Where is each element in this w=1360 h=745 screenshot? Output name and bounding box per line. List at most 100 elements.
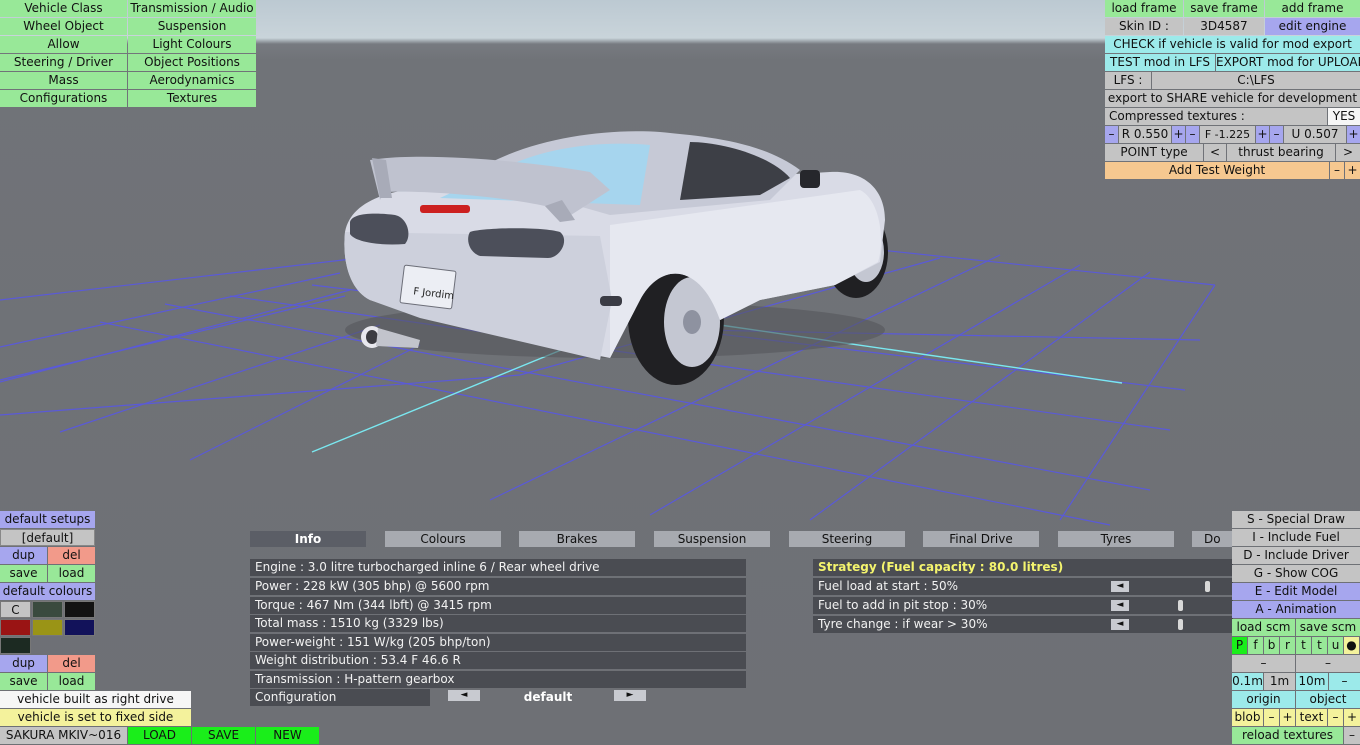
show-cog-button[interactable]: G - Show COG xyxy=(1232,565,1360,582)
colour-swatch[interactable] xyxy=(64,601,95,618)
menu-object-positions-button[interactable]: Object Positions xyxy=(128,54,256,71)
strategy-decrease-button[interactable]: ◄ xyxy=(1111,581,1129,592)
save-scm-button[interactable]: save scm xyxy=(1296,619,1360,636)
strategy-slider[interactable]: ◄ xyxy=(1109,616,1233,633)
r-plus-button[interactable]: + xyxy=(1172,126,1185,143)
check-valid-button[interactable]: CHECK if vehicle is valid for mod export xyxy=(1105,36,1360,53)
colour-del-button[interactable]: del xyxy=(48,655,95,672)
point-type-prev-button[interactable]: < xyxy=(1204,144,1226,161)
tab-brakes[interactable]: Brakes xyxy=(519,531,635,547)
f-plus-button[interactable]: + xyxy=(1256,126,1269,143)
save-frame-button[interactable]: save frame xyxy=(1184,0,1264,17)
strategy-slider[interactable]: ◄ xyxy=(1109,578,1233,595)
colour-load-button[interactable]: load xyxy=(48,673,95,690)
test-weight-minus-button[interactable]: – xyxy=(1330,162,1344,179)
blob-plus-button[interactable]: + xyxy=(1280,709,1295,726)
setup-save-button[interactable]: save xyxy=(0,565,47,582)
edit-model-button[interactable]: E - Edit Model xyxy=(1232,583,1360,600)
menu-light-colours-button[interactable]: Light Colours xyxy=(128,36,256,53)
step-1m-button[interactable]: 1m xyxy=(1264,673,1295,690)
load-vehicle-button[interactable]: LOAD xyxy=(128,727,191,744)
special-draw-button[interactable]: S - Special Draw xyxy=(1232,511,1360,528)
menu-steering-driver-button[interactable]: Steering / Driver xyxy=(0,54,127,71)
u-minus-button[interactable]: – xyxy=(1270,126,1283,143)
menu-textures-button[interactable]: Textures xyxy=(128,90,256,107)
setup-load-button[interactable]: load xyxy=(48,565,95,582)
dash-button[interactable]: – xyxy=(1232,655,1295,672)
display-toggle-4[interactable]: t xyxy=(1296,637,1311,654)
dash-button[interactable]: – xyxy=(1296,655,1360,672)
menu-configurations-button[interactable]: Configurations xyxy=(0,90,127,107)
reload-minus-button[interactable]: – xyxy=(1344,727,1360,744)
colour-swatch[interactable] xyxy=(32,601,63,618)
r-minus-button[interactable]: – xyxy=(1105,126,1118,143)
tab-more[interactable]: Do xyxy=(1192,531,1232,547)
configuration-prev-button[interactable]: ◄ xyxy=(448,690,480,701)
include-driver-button[interactable]: D - Include Driver xyxy=(1232,547,1360,564)
menu-aerodynamics-button[interactable]: Aerodynamics xyxy=(128,72,256,89)
strategy-decrease-button[interactable]: ◄ xyxy=(1111,619,1129,630)
tab-steering[interactable]: Steering xyxy=(789,531,905,547)
right-drive-toggle[interactable]: vehicle built as right drive xyxy=(0,691,191,708)
lfs-path-field[interactable]: C:\LFS xyxy=(1152,72,1360,89)
menu-wheel-object-button[interactable]: Wheel Object xyxy=(0,18,127,35)
menu-transmission-audio-button[interactable]: Transmission / Audio xyxy=(128,0,256,17)
tab-final-drive[interactable]: Final Drive xyxy=(923,531,1039,547)
default-colours-label[interactable]: default colours xyxy=(0,583,95,600)
strategy-slider-knob[interactable] xyxy=(1177,600,1183,611)
tab-colours[interactable]: Colours xyxy=(385,531,501,547)
load-scm-button[interactable]: load scm xyxy=(1232,619,1295,636)
strategy-slider[interactable]: ◄ xyxy=(1109,597,1233,614)
compressed-textures-toggle[interactable]: YES xyxy=(1328,108,1360,125)
origin-button[interactable]: origin xyxy=(1232,691,1295,708)
reload-textures-button[interactable]: reload textures xyxy=(1232,727,1343,744)
setup-dup-button[interactable]: dup xyxy=(0,547,47,564)
display-toggle-1[interactable]: f xyxy=(1248,637,1263,654)
u-plus-button[interactable]: + xyxy=(1347,126,1360,143)
colour-swatch[interactable] xyxy=(32,619,63,636)
text-button[interactable]: text xyxy=(1296,709,1327,726)
strategy-slider-knob[interactable] xyxy=(1177,619,1183,630)
tab-tyres[interactable]: Tyres xyxy=(1058,531,1174,547)
colour-swatch[interactable] xyxy=(64,619,95,636)
setup-del-button[interactable]: del xyxy=(48,547,95,564)
colour-c-button[interactable]: C xyxy=(0,601,31,618)
default-setups-label[interactable]: default setups xyxy=(0,511,95,528)
display-toggle-7[interactable]: ● xyxy=(1344,637,1359,654)
text-minus-button[interactable]: – xyxy=(1328,709,1343,726)
menu-suspension-button[interactable]: Suspension xyxy=(128,18,256,35)
display-toggle-6[interactable]: u xyxy=(1328,637,1343,654)
display-toggle-0[interactable]: P xyxy=(1232,637,1247,654)
add-frame-button[interactable]: add frame xyxy=(1265,0,1360,17)
colour-swatch[interactable] xyxy=(0,637,31,654)
colour-save-button[interactable]: save xyxy=(0,673,47,690)
test-weight-plus-button[interactable]: + xyxy=(1345,162,1360,179)
new-vehicle-button[interactable]: NEW xyxy=(256,727,319,744)
add-test-weight-button[interactable]: Add Test Weight xyxy=(1105,162,1329,179)
menu-allow-button[interactable]: Allow xyxy=(0,36,127,53)
display-toggle-5[interactable]: t xyxy=(1312,637,1327,654)
colour-swatch[interactable] xyxy=(0,619,31,636)
step-10m-button[interactable]: 10m xyxy=(1296,673,1328,690)
display-toggle-3[interactable]: r xyxy=(1280,637,1295,654)
export-mod-button[interactable]: EXPORT mod for UPLOAD xyxy=(1216,54,1360,71)
include-fuel-button[interactable]: I - Include Fuel xyxy=(1232,529,1360,546)
load-frame-button[interactable]: load frame xyxy=(1105,0,1183,17)
object-button[interactable]: object xyxy=(1296,691,1360,708)
step-01m-button[interactable]: 0.1m xyxy=(1232,673,1263,690)
menu-vehicle-class-button[interactable]: Vehicle Class xyxy=(0,0,127,17)
configuration-next-button[interactable]: ► xyxy=(614,690,646,701)
test-mod-button[interactable]: TEST mod in LFS xyxy=(1105,54,1215,71)
save-vehicle-button[interactable]: SAVE xyxy=(192,727,255,744)
edit-engine-button[interactable]: edit engine xyxy=(1265,18,1360,35)
display-toggle-2[interactable]: b xyxy=(1264,637,1279,654)
animation-button[interactable]: A - Animation xyxy=(1232,601,1360,618)
strategy-decrease-button[interactable]: ◄ xyxy=(1111,600,1129,611)
colour-dup-button[interactable]: dup xyxy=(0,655,47,672)
f-minus-button[interactable]: – xyxy=(1186,126,1199,143)
point-type-next-button[interactable]: > xyxy=(1336,144,1360,161)
setup-name[interactable]: [default] xyxy=(0,529,95,546)
blob-minus-button[interactable]: – xyxy=(1264,709,1279,726)
blob-button[interactable]: blob xyxy=(1232,709,1263,726)
skin-id-value[interactable]: 3D4587 xyxy=(1184,18,1264,35)
